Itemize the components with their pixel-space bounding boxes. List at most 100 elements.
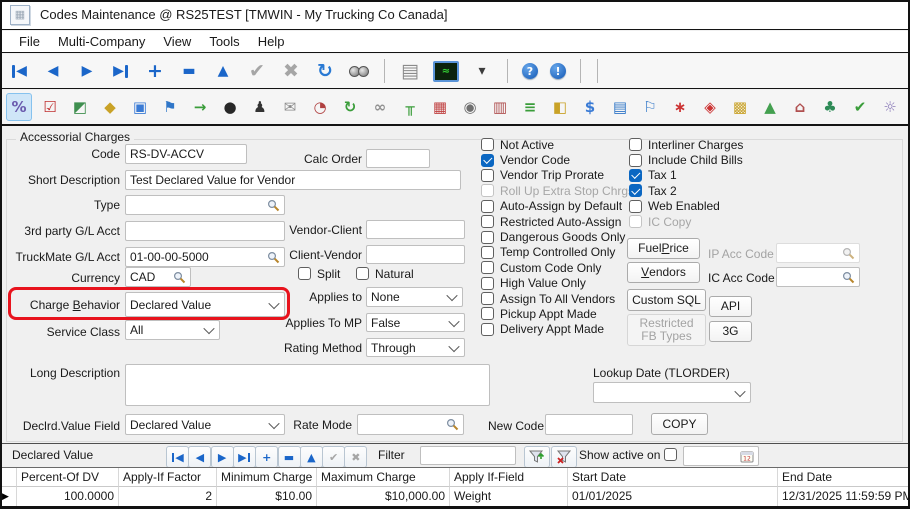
refresh-button[interactable]: ↻ — [314, 60, 336, 82]
post-edit-button[interactable]: ✔ — [246, 60, 268, 82]
natural-checkbox[interactable] — [356, 267, 369, 280]
short-description-field[interactable]: Test Declared Value for Vendor — [125, 170, 461, 190]
trailer-module-icon[interactable]: ▥ — [488, 94, 512, 120]
sub-nav-prev-button[interactable]: ◀ — [188, 446, 211, 468]
long-description-textarea[interactable] — [125, 364, 490, 406]
tree-module-icon[interactable]: ♣ — [818, 94, 842, 120]
active-date-field[interactable]: 12 — [683, 446, 759, 466]
client-vendor-field[interactable] — [366, 245, 465, 264]
rates-module-icon[interactable]: % — [6, 93, 32, 121]
info-button[interactable]: ! — [550, 63, 566, 79]
lookup-icon[interactable] — [446, 418, 459, 431]
pickup-appt-made-checkbox[interactable] — [481, 307, 494, 320]
delivery-appt-made-checkbox[interactable] — [481, 323, 494, 336]
menu-multi-company[interactable]: Multi-Company — [49, 32, 154, 51]
apply-filter-button[interactable] — [524, 446, 550, 468]
document-module-icon[interactable]: ▤ — [608, 94, 632, 120]
flag-tax-2[interactable]: Tax 2 — [629, 183, 743, 198]
sub-cancel-button[interactable]: ✖ — [344, 446, 367, 468]
vendors-button[interactable]: Vendors — [627, 262, 700, 283]
delete-record-button[interactable]: ▬ — [178, 60, 200, 82]
invoice-module-icon[interactable]: $ — [578, 94, 602, 120]
split-checkbox-row[interactable]: Split — [298, 266, 340, 281]
cell-percent-of-dv[interactable]: 100.0000 — [17, 487, 119, 506]
database-module-icon[interactable]: ≡ — [518, 94, 542, 120]
column-header-apply-if-factor[interactable]: Apply-If Factor — [119, 468, 217, 487]
cancel-edit-button[interactable]: ✖ — [280, 60, 302, 82]
lookup-date-combo[interactable] — [593, 382, 751, 403]
cell-minimum-charge[interactable]: $10.00 — [217, 487, 317, 506]
driver-module-icon[interactable]: ♟ — [248, 94, 272, 120]
print-button[interactable]: ▤ — [399, 60, 421, 82]
interliner-charges-checkbox[interactable] — [629, 138, 642, 151]
menu-tools[interactable]: Tools — [200, 32, 248, 51]
ic-acc-code-field[interactable] — [776, 267, 860, 287]
sub-delete-button[interactable]: ▬ — [278, 446, 301, 468]
sub-nav-first-button[interactable]: ◀ — [166, 446, 189, 468]
copy-button[interactable]: COPY — [651, 413, 708, 435]
custom-code-only-checkbox[interactable] — [481, 261, 494, 274]
network-module-icon[interactable]: ∗ — [668, 94, 692, 120]
flag-custom-code-only[interactable]: Custom Code Only — [481, 260, 634, 275]
help-button[interactable]: ? — [522, 63, 538, 79]
settings-module-icon[interactable]: ☼ — [878, 94, 902, 120]
approve-module-icon[interactable]: ✔ — [848, 94, 872, 120]
nav-last-button[interactable]: ▶ — [110, 60, 132, 82]
cell-start-date[interactable]: 01/01/2025 — [568, 487, 778, 506]
grid-data-row[interactable]: ▶100.00002$10.00$10,000.00Weight01/01/20… — [0, 487, 910, 506]
flag-delivery-appt-made[interactable]: Delivery Appt Made — [481, 322, 634, 337]
column-header-minimum-charge[interactable]: Minimum Charge — [217, 468, 317, 487]
terminal-dropdown[interactable]: ▾ — [471, 60, 493, 82]
flag-assign-to-all-vendors[interactable]: Assign To All Vendors — [481, 291, 634, 306]
column-header-maximum-charge[interactable]: Maximum Charge — [317, 468, 450, 487]
split-checkbox[interactable] — [298, 267, 311, 280]
menu-file[interactable]: File — [10, 32, 49, 51]
bomb-module-icon[interactable]: ● — [218, 94, 242, 120]
package-module-icon[interactable]: ◧ — [548, 94, 572, 120]
add-record-button[interactable]: + — [144, 60, 166, 82]
show-active-on-checkbox[interactable] — [664, 448, 677, 461]
restricted-fb-types-button[interactable]: Restricted FB Types — [627, 314, 706, 346]
doc-sync-module-icon[interactable]: ↻ — [338, 94, 362, 120]
home-module-icon[interactable]: ⌂ — [788, 94, 812, 120]
flag-pickup-appt-made[interactable]: Pickup Appt Made — [481, 306, 634, 321]
fuel-price-button[interactable]: Fuel Price — [627, 238, 700, 259]
flag-vendor-trip-prorate[interactable]: Vendor Trip Prorate — [481, 168, 634, 183]
menu-view[interactable]: View — [154, 32, 200, 51]
natural-checkbox-row[interactable]: Natural — [356, 266, 414, 281]
tax-1-checkbox[interactable] — [629, 169, 642, 182]
tax-2-checkbox[interactable] — [629, 184, 642, 197]
column-header-apply-if-field[interactable]: Apply If-Field — [450, 468, 568, 487]
assign-to-all-vendors-checkbox[interactable] — [481, 292, 494, 305]
flag-web-enabled[interactable]: Web Enabled — [629, 199, 743, 214]
flag-include-child-bills[interactable]: Include Child Bills — [629, 152, 743, 167]
column-header-percent-of-dv[interactable]: Percent-Of DV — [17, 468, 119, 487]
flag-restricted-auto-assign[interactable]: Restricted Auto-Assign — [481, 214, 634, 229]
cube-module-icon[interactable]: ▩ — [728, 94, 752, 120]
cell-maximum-charge[interactable]: $10,000.00 — [317, 487, 450, 506]
lookup-icon[interactable] — [267, 199, 280, 212]
network-alt-module-icon[interactable]: ◈ — [698, 94, 722, 120]
vendor-trip-prorate-checkbox[interactable] — [481, 169, 494, 182]
third-party-gl-field[interactable] — [125, 221, 285, 241]
menu-help[interactable]: Help — [249, 32, 294, 51]
cell-apply-if-field[interactable]: Weight — [450, 487, 568, 506]
copy-check-module-icon[interactable]: ▣ — [128, 94, 152, 120]
calendar-icon[interactable]: 12 — [740, 450, 754, 463]
calendar-module-icon[interactable]: ▦ — [428, 94, 452, 120]
flag-temp-controlled-only[interactable]: Temp Controlled Only — [481, 245, 634, 260]
charge-behavior-combo[interactable]: Declared Value — [125, 292, 285, 317]
shield-module-icon[interactable]: ◆ — [98, 94, 122, 120]
vendor-client-field[interactable] — [366, 220, 465, 239]
custom-sql-button[interactable]: Custom SQL — [627, 289, 706, 311]
applies-to-mp-combo[interactable]: False — [366, 313, 465, 332]
restricted-auto-assign-checkbox[interactable] — [481, 215, 494, 228]
terminal-button[interactable]: ≈ — [433, 61, 459, 82]
rate-mode-field[interactable] — [357, 414, 464, 435]
flag-not-active[interactable]: Not Active — [481, 137, 634, 152]
sub-post-button[interactable]: ✔ — [322, 446, 345, 468]
new-code-field[interactable] — [545, 414, 633, 435]
nav-next-button[interactable]: ▶ — [76, 60, 98, 82]
transfer-module-icon[interactable]: → — [188, 94, 212, 120]
lookup-icon[interactable] — [842, 271, 855, 284]
